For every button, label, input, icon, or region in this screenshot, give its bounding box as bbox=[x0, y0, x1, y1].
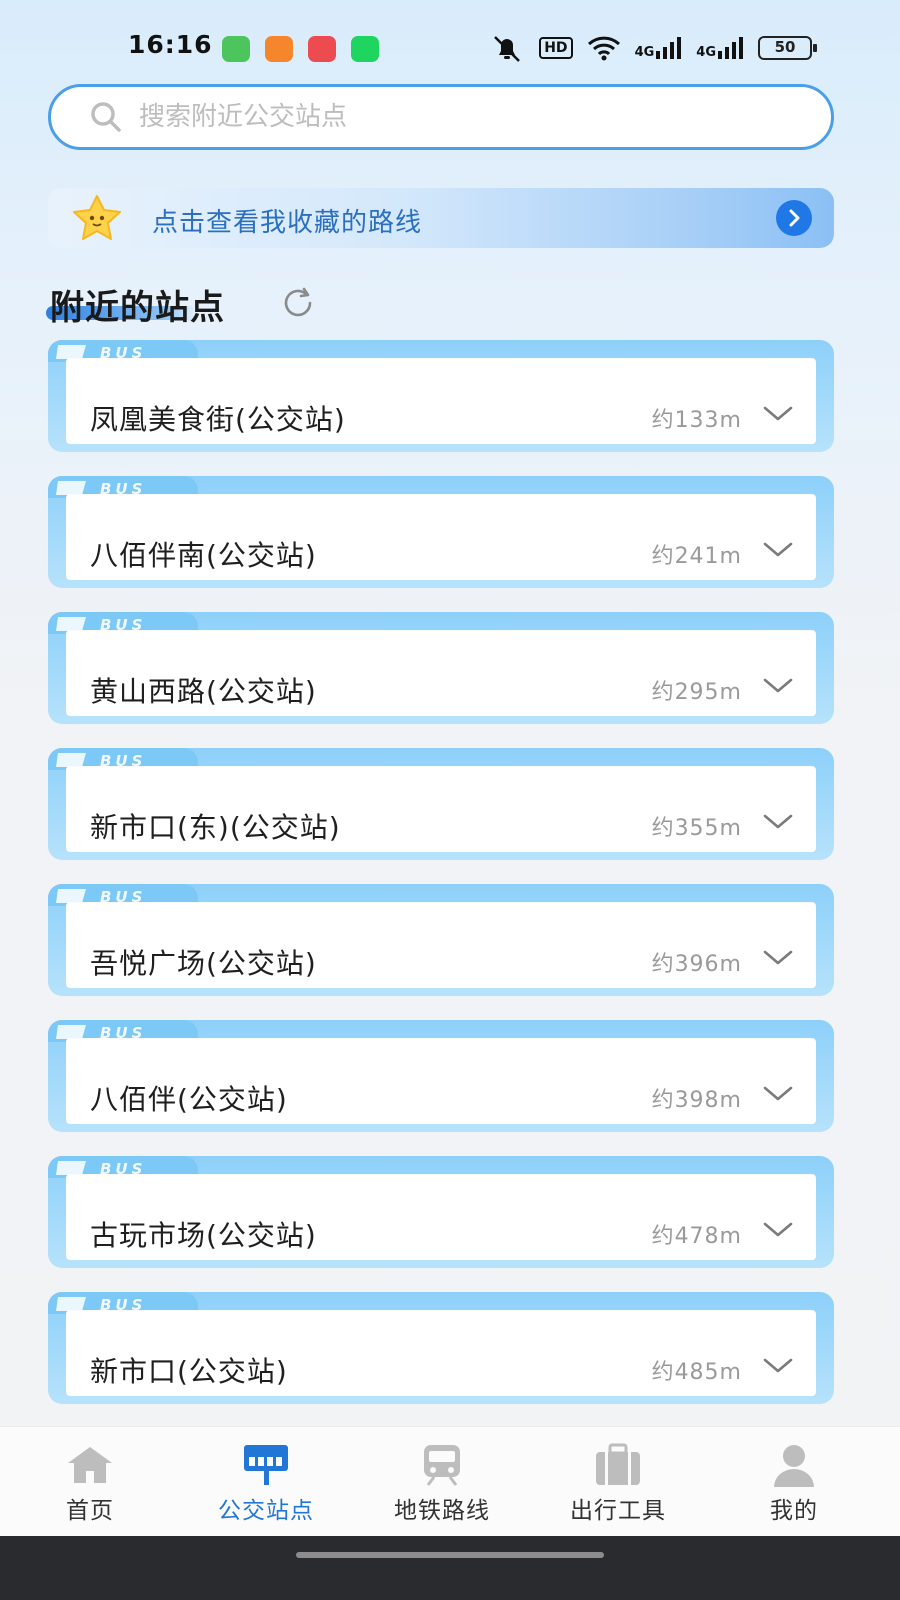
home-indicator[interactable] bbox=[296, 1552, 604, 1558]
nav-label: 地铁路线 bbox=[394, 1498, 490, 1524]
station-name: 古玩市场(公交站) bbox=[90, 1219, 317, 1252]
bus-stop-icon bbox=[244, 1445, 288, 1485]
chevron-down-icon[interactable] bbox=[762, 540, 794, 560]
refresh-icon[interactable] bbox=[280, 285, 316, 321]
network-type-label: 4G bbox=[696, 45, 716, 60]
station-distance: 约485m bbox=[651, 1360, 742, 1385]
nav-item-metro[interactable]: 地铁路线 bbox=[352, 1427, 532, 1537]
station-card[interactable]: BUS 黄山西路(公交站) 约295m bbox=[48, 612, 834, 724]
chevron-down-icon[interactable] bbox=[762, 404, 794, 424]
station-distance: 约241m bbox=[651, 544, 742, 569]
nav-item-mine[interactable]: 我的 bbox=[704, 1427, 884, 1537]
station-card-body: 吾悦广场(公交站) 约396m bbox=[66, 902, 816, 988]
chevron-down-icon[interactable] bbox=[762, 1084, 794, 1104]
station-card[interactable]: BUS 新市口(公交站) 约485m bbox=[48, 1292, 834, 1404]
station-distance: 约478m bbox=[651, 1224, 742, 1249]
chevron-down-icon[interactable] bbox=[762, 676, 794, 696]
station-distance: 约398m bbox=[651, 1088, 742, 1113]
chevron-down-icon[interactable] bbox=[762, 1356, 794, 1376]
section-title: 附近的站点 bbox=[50, 288, 225, 328]
chevron-down-icon[interactable] bbox=[762, 812, 794, 832]
nav-item-tools[interactable]: 出行工具 bbox=[528, 1427, 708, 1537]
status-right-group: HD 4G 4G 50 bbox=[489, 33, 817, 63]
nav-label: 首页 bbox=[66, 1498, 114, 1524]
station-distance: 约396m bbox=[651, 952, 742, 977]
signal-bars-icon bbox=[718, 37, 743, 59]
station-card[interactable]: BUS 凤凰美食街(公交站) 约133m bbox=[48, 340, 834, 452]
nav-label: 公交站点 bbox=[218, 1498, 314, 1524]
user-icon bbox=[774, 1445, 814, 1487]
battery-indicator: 50 bbox=[758, 36, 817, 60]
station-card-body: 八佰伴(公交站) 约398m bbox=[66, 1038, 816, 1124]
station-card-body: 新市口(东)(公交站) 约355m bbox=[66, 766, 816, 852]
nav-label: 我的 bbox=[770, 1498, 818, 1524]
station-distance: 约133m bbox=[651, 408, 742, 433]
station-name: 凤凰美食街(公交站) bbox=[90, 403, 346, 436]
chevron-right-icon bbox=[789, 209, 800, 227]
nav-item-bus-stops[interactable]: 公交站点 bbox=[176, 1427, 356, 1537]
station-card-body: 古玩市场(公交站) 约478m bbox=[66, 1174, 816, 1260]
message-app-icon bbox=[222, 36, 250, 62]
toolbox-icon bbox=[596, 1443, 640, 1485]
wifi-icon bbox=[587, 36, 620, 61]
station-name: 八佰伴(公交站) bbox=[90, 1083, 288, 1116]
station-card[interactable]: BUS 吾悦广场(公交站) 约396m bbox=[48, 884, 834, 996]
chevron-down-icon[interactable] bbox=[762, 948, 794, 968]
favorites-banner-text: 点击查看我收藏的路线 bbox=[152, 208, 423, 238]
station-card[interactable]: BUS 八佰伴南(公交站) 约241m bbox=[48, 476, 834, 588]
station-card[interactable]: BUS 八佰伴(公交站) 约398m bbox=[48, 1020, 834, 1132]
search-bar[interactable] bbox=[48, 84, 834, 150]
nav-item-home[interactable]: 首页 bbox=[0, 1427, 180, 1537]
favorites-arrow-button[interactable] bbox=[776, 200, 812, 236]
star-icon bbox=[73, 195, 121, 240]
station-name: 新市口(公交站) bbox=[90, 1355, 288, 1388]
status-bar: 16:16 HD 4G 4G 50 bbox=[0, 0, 900, 96]
hd-badge: HD bbox=[539, 37, 573, 59]
station-card[interactable]: BUS 古玩市场(公交站) 约478m bbox=[48, 1156, 834, 1268]
metro-icon bbox=[424, 1445, 460, 1486]
station-card-body: 八佰伴南(公交站) 约241m bbox=[66, 494, 816, 580]
game-app-icon bbox=[351, 36, 379, 62]
station-card-body: 新市口(公交站) 约485m bbox=[66, 1310, 816, 1396]
favorites-banner[interactable]: 点击查看我收藏的路线 bbox=[48, 188, 834, 248]
bottom-nav: 首页 公交站点 地铁路线 出行工具 我的 bbox=[0, 1426, 900, 1536]
search-icon bbox=[91, 102, 121, 132]
system-nav-bar bbox=[0, 1536, 900, 1600]
search-input[interactable] bbox=[139, 102, 739, 132]
station-name: 吾悦广场(公交站) bbox=[90, 947, 317, 980]
status-time: 16:16 bbox=[128, 30, 213, 59]
mute-bell-icon bbox=[494, 36, 521, 62]
station-card-body: 黄山西路(公交站) 约295m bbox=[66, 630, 816, 716]
signal-group-2: 4G bbox=[696, 37, 744, 59]
station-distance: 约295m bbox=[651, 680, 742, 705]
station-name: 八佰伴南(公交站) bbox=[90, 539, 317, 572]
station-card-body: 凤凰美食街(公交站) 约133m bbox=[66, 358, 816, 444]
video-app-icon bbox=[308, 36, 336, 62]
signal-bars-icon bbox=[656, 37, 682, 59]
station-card[interactable]: BUS 新市口(东)(公交站) 约355m bbox=[48, 748, 834, 860]
station-name: 黄山西路(公交站) bbox=[90, 675, 317, 708]
weibo-app-icon bbox=[265, 36, 293, 62]
station-distance: 约355m bbox=[651, 816, 742, 841]
nav-label: 出行工具 bbox=[570, 1498, 666, 1524]
network-type-label: 4G bbox=[634, 45, 655, 60]
signal-group-1: 4G bbox=[635, 37, 683, 59]
station-name: 新市口(东)(公交站) bbox=[90, 811, 341, 844]
home-icon bbox=[68, 1447, 112, 1483]
chevron-down-icon[interactable] bbox=[762, 1220, 794, 1240]
